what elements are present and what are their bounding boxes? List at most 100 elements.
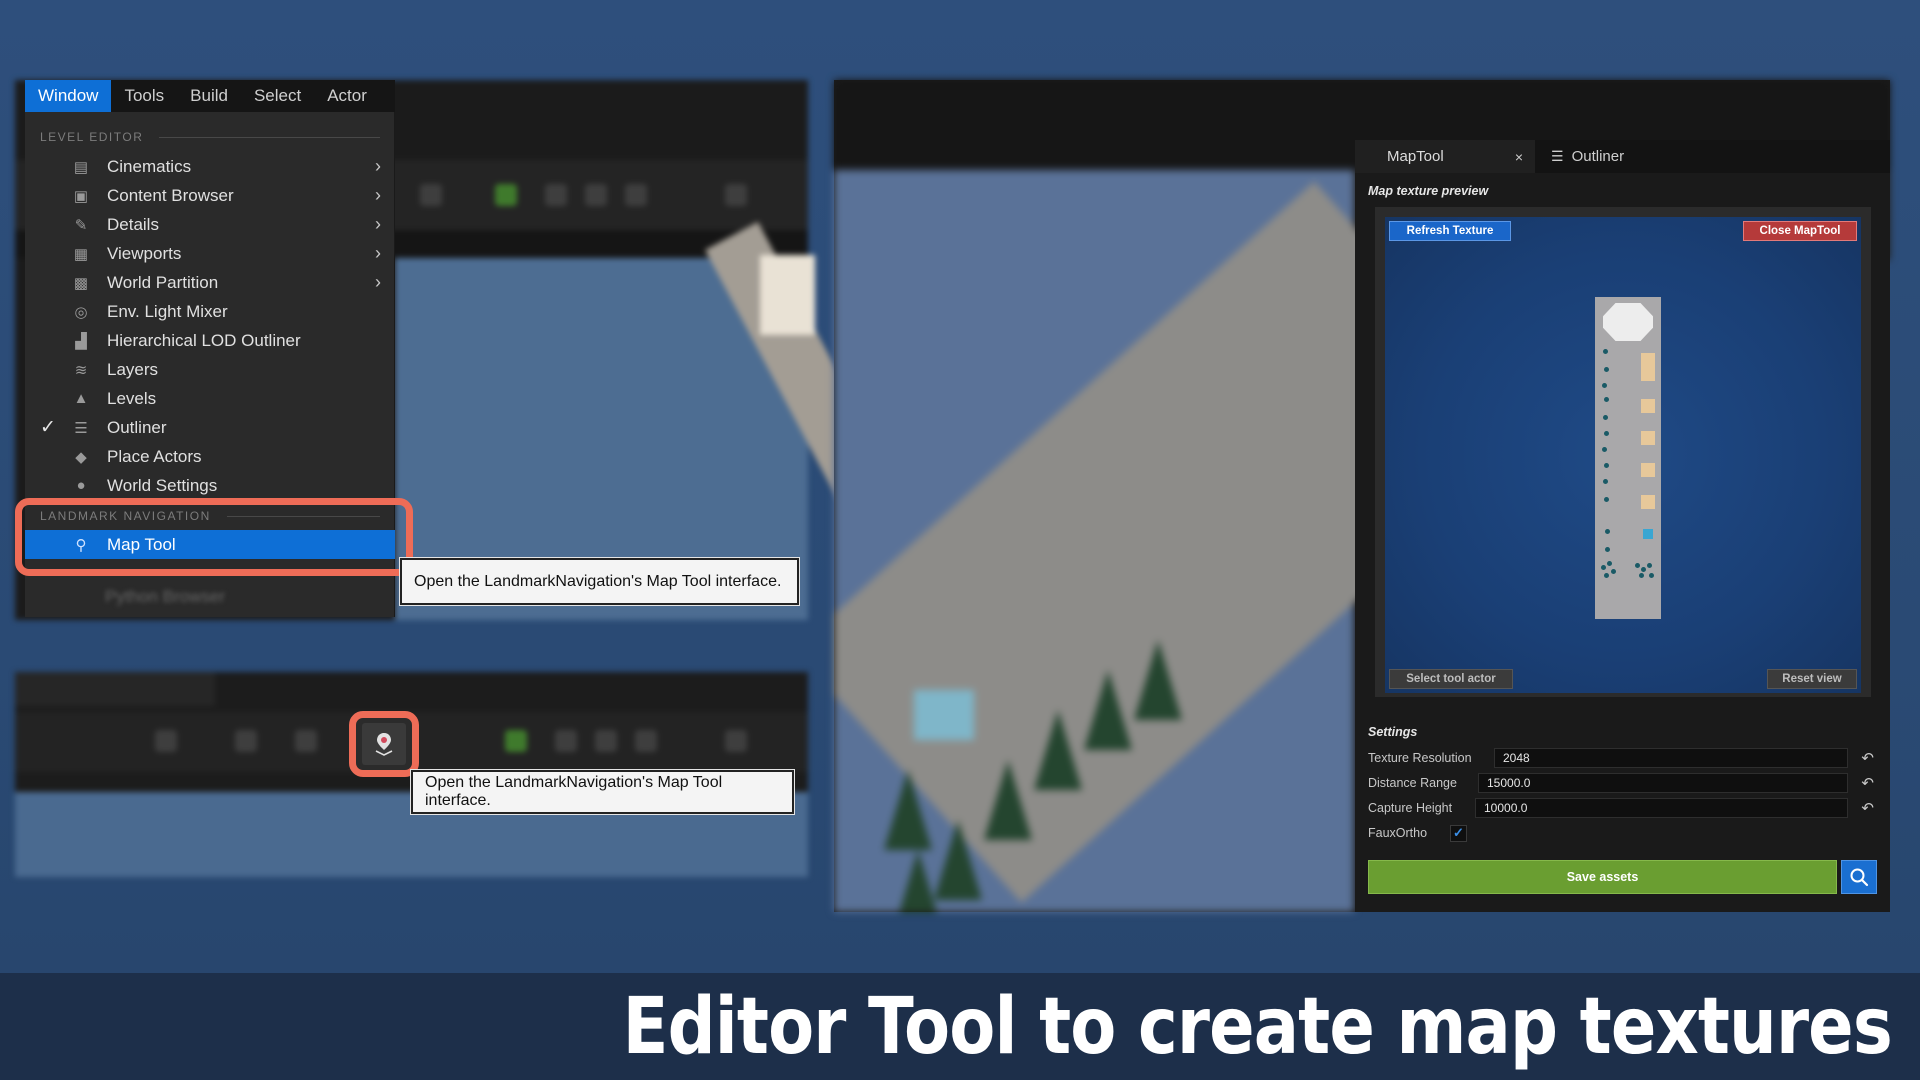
search-icon (1850, 868, 1869, 887)
reset-arrow-icon[interactable]: ↶ (1861, 774, 1874, 792)
map-tool-button-face (362, 723, 406, 765)
tab-outliner[interactable]: ☰ Outliner (1551, 140, 1624, 173)
panel-tab-bar: MapTool × ☰ Outliner (1355, 140, 1890, 173)
levels-icon: ▲ (73, 390, 89, 407)
map-tree (1601, 565, 1606, 570)
toolbar-icon (555, 730, 577, 752)
setting-label: FauxOrtho (1368, 826, 1428, 840)
reset-arrow-icon[interactable]: ↶ (1861, 799, 1874, 817)
menu-item-label: Viewports (107, 243, 182, 263)
menu-item-label: Details (107, 214, 159, 234)
menu-item-place-actors[interactable]: ◆ Place Actors (25, 442, 395, 471)
menu-item-label: World Partition (107, 272, 219, 292)
toolbar-icon (505, 730, 527, 752)
menu-item-label: Content Browser (107, 185, 234, 205)
tab-label: Outliner (1571, 148, 1625, 165)
main-menu-bar: Window Tools Build Select Actor (25, 80, 395, 112)
map-pin-icon (375, 733, 393, 756)
map-tree (1602, 447, 1607, 452)
reset-arrow-icon[interactable]: ↶ (1861, 749, 1874, 767)
menu-item-label: Outliner (107, 417, 167, 437)
menu-item-layers[interactable]: ≋ Layers (25, 355, 395, 384)
menu-actor[interactable]: Actor (314, 80, 380, 112)
menu-item-content-browser[interactable]: ▣ Content Browser › (25, 181, 395, 210)
menu-item-label: Levels (107, 388, 157, 408)
menu-build[interactable]: Build (177, 80, 241, 112)
tab-maptool[interactable]: MapTool × (1355, 140, 1535, 173)
distance-range-input[interactable]: 15000.0 (1478, 773, 1848, 793)
map-building (1641, 367, 1655, 381)
menu-item-details[interactable]: ✎ Details › (25, 210, 395, 239)
menu-item-label: Place Actors (107, 446, 202, 466)
select-tool-actor-button[interactable]: Select tool actor (1389, 669, 1513, 689)
map-tree (1605, 529, 1610, 534)
map-tree (1604, 367, 1609, 372)
settings-label: Settings (1368, 725, 1418, 739)
setting-distance-range: Distance Range 15000.0 ↶ (1368, 772, 1878, 794)
map-tree (1647, 563, 1652, 568)
capture-height-input[interactable]: 10000.0 (1475, 798, 1848, 818)
clapperboard-icon: ▤ (73, 158, 89, 176)
scene-tree (1034, 710, 1082, 790)
reset-view-button[interactable]: Reset view (1767, 669, 1857, 689)
map-tool-highlight (15, 498, 413, 576)
setting-label: Capture Height (1368, 801, 1453, 815)
map-building (1641, 431, 1655, 445)
search-button[interactable] (1841, 860, 1877, 894)
preview-frame: Refresh Texture Close MapTool Select too… (1375, 207, 1871, 697)
close-maptool-button[interactable]: Close MapTool (1743, 221, 1857, 241)
texture-resolution-input[interactable]: 2048 (1494, 748, 1848, 768)
map-tree (1635, 563, 1640, 568)
scene-house (760, 255, 815, 335)
menu-item-outliner[interactable]: ✓ ☰ Outliner (25, 413, 395, 442)
menu-item-label: Env. Light Mixer (107, 301, 228, 321)
menu-item-levels[interactable]: ▲ Levels (25, 384, 395, 413)
scene-tree (884, 770, 932, 850)
map-tool-toolbar-button[interactable] (349, 711, 419, 777)
light-mixer-icon: ◎ (74, 303, 88, 321)
map-tree (1604, 397, 1609, 402)
caption-title: Editor Tool to create map textures (622, 982, 1893, 1072)
chevron-right-icon: › (375, 185, 381, 205)
refresh-texture-button[interactable]: Refresh Texture (1389, 221, 1511, 241)
menu-item-world-partition[interactable]: ▩ World Partition › (25, 268, 395, 297)
viewports-icon: ▦ (73, 245, 89, 263)
map-tree (1603, 349, 1608, 354)
menu-select[interactable]: Select (241, 80, 314, 112)
chevron-right-icon: › (375, 214, 381, 234)
menu-item-world-settings[interactable]: ● World Settings (25, 471, 395, 500)
map-tree (1604, 463, 1609, 468)
save-assets-button[interactable]: Save assets (1368, 860, 1837, 894)
map-building (1641, 463, 1655, 477)
toolbar-icon (725, 730, 747, 752)
map-tree (1641, 567, 1646, 572)
toolbar-icon (595, 730, 617, 752)
menu-item-label: World Settings (107, 475, 218, 495)
menu-item-python-browser[interactable]: Python Browser (105, 587, 225, 607)
menu-window[interactable]: Window (25, 80, 112, 112)
toolbar-icon (235, 730, 257, 752)
faux-ortho-checkbox[interactable]: ✓ (1450, 824, 1467, 842)
chevron-right-icon: › (375, 272, 381, 292)
setting-label: Distance Range (1368, 776, 1457, 790)
outliner-icon: ☰ (74, 419, 88, 437)
menu-item-label: Cinematics (107, 156, 192, 176)
scene-pool (914, 690, 974, 740)
menu-item-hlod-outliner[interactable]: ▟ Hierarchical LOD Outliner (25, 326, 395, 355)
map-tree (1639, 573, 1644, 578)
editor-tab (15, 672, 215, 706)
section-header-level-editor: LEVEL EDITOR (40, 130, 380, 144)
close-icon[interactable]: × (1515, 149, 1523, 165)
map-texture-preview[interactable]: Refresh Texture Close MapTool Select too… (1385, 217, 1861, 693)
setting-faux-ortho: FauxOrtho ✓ (1368, 822, 1878, 844)
scene-tree (894, 850, 942, 912)
menu-item-env-light-mixer[interactable]: ◎ Env. Light Mixer (25, 297, 395, 326)
menu-item-cinematics[interactable]: ▤ Cinematics › (25, 152, 395, 181)
tab-label: MapTool (1387, 148, 1444, 165)
menu-item-viewports[interactable]: ▦ Viewports › (25, 239, 395, 268)
lod-icon: ▟ (75, 332, 87, 350)
world-partition-icon: ▩ (73, 274, 89, 292)
map-plaza-shape (1603, 303, 1653, 341)
outliner-icon: ☰ (1551, 148, 1564, 164)
menu-tools[interactable]: Tools (111, 80, 177, 112)
